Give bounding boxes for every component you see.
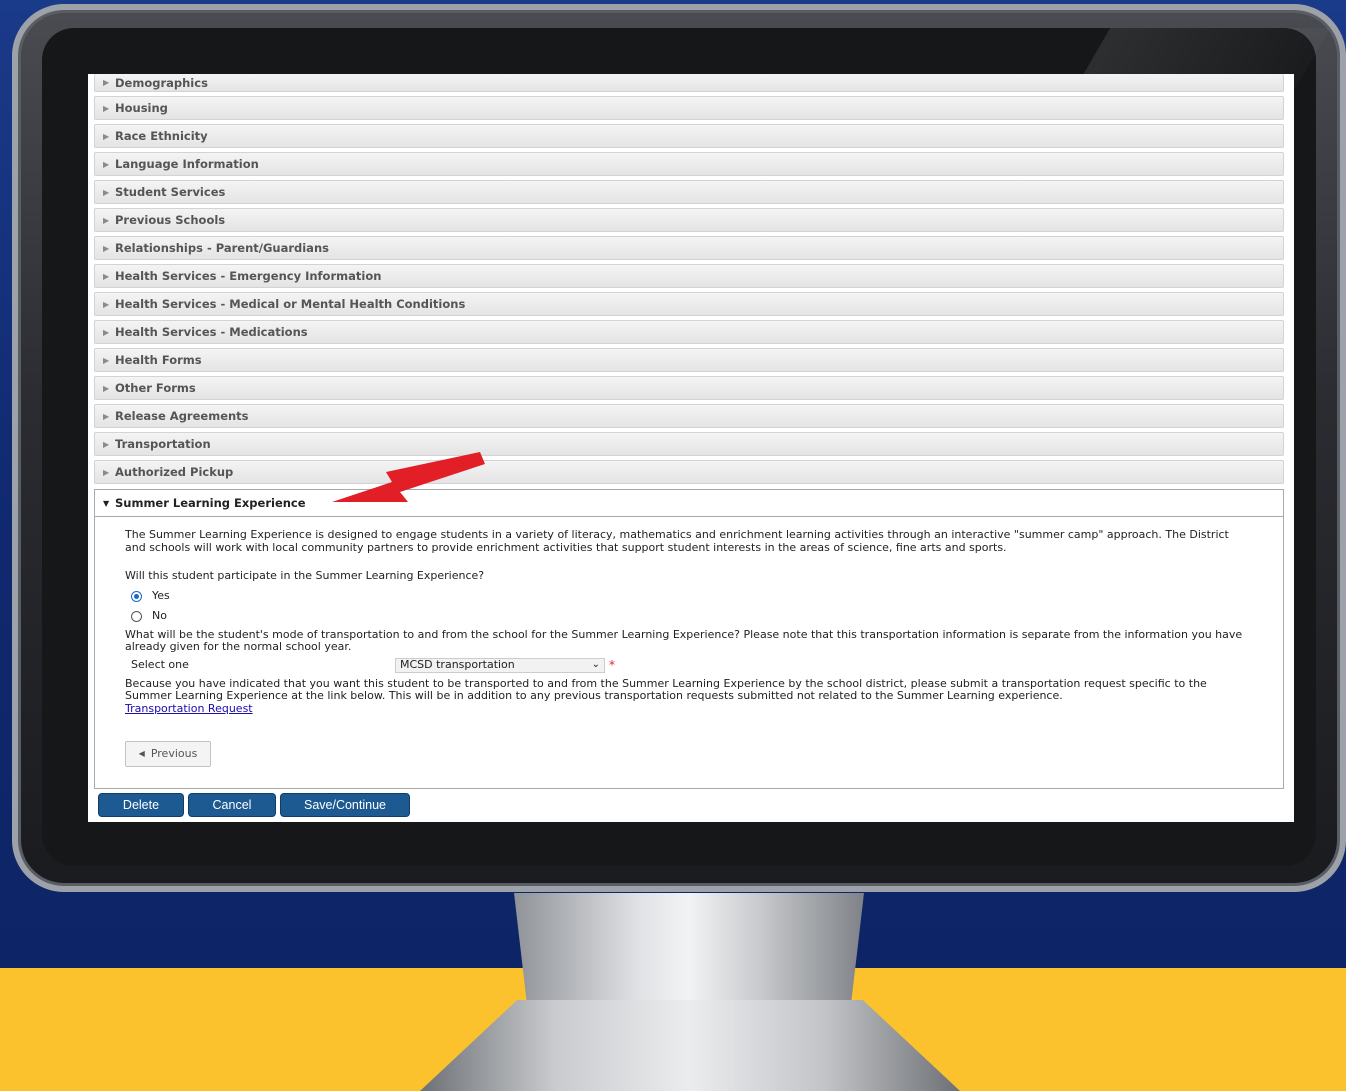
previous-label: Previous <box>150 746 198 760</box>
caret-right-icon: ▶ <box>103 131 110 141</box>
delete-button[interactable]: Delete <box>98 793 184 817</box>
accordion-section[interactable]: ▶ Housing <box>94 96 1284 120</box>
accordion-section[interactable]: ▶ Relationships - Parent/Guardians <box>94 236 1284 260</box>
accordion-section-label: Transportation <box>115 437 211 451</box>
caret-right-icon: ▶ <box>103 439 110 449</box>
accordion-section[interactable]: ▶ Race Ethnicity <box>94 124 1284 148</box>
chevron-left-icon: ◀ <box>138 748 145 758</box>
accordion-section-label: Health Services - Medications <box>115 325 308 339</box>
required-asterisk-icon: * <box>609 658 615 673</box>
save-continue-button[interactable]: Save/Continue <box>280 793 410 817</box>
cancel-button[interactable]: Cancel <box>188 793 276 817</box>
caret-right-icon: ▶ <box>103 215 110 225</box>
radio-yes-label: Yes <box>152 589 170 603</box>
caret-right-icon: ▶ <box>103 78 110 87</box>
previous-button[interactable]: ◀ Previous <box>125 741 211 767</box>
caret-right-icon: ▶ <box>103 103 110 113</box>
accordion-section-label: Authorized Pickup <box>115 465 234 479</box>
transport-select-row: Select one MCSD transportation ⌄ * <box>125 658 1253 674</box>
accordion-section[interactable]: ▶ Authorized Pickup <box>94 460 1284 484</box>
caret-right-icon: ▶ <box>103 243 110 253</box>
caret-right-icon: ▶ <box>103 355 110 365</box>
accordion-section[interactable]: ▶ Transportation <box>94 432 1284 456</box>
accordion-section[interactable]: ▶ Other Forms <box>94 376 1284 400</box>
accordion-section[interactable]: ▶ Previous Schools <box>94 208 1284 232</box>
accordion-section[interactable]: ▶ Language Information <box>94 152 1284 176</box>
summer-learning-title: Summer Learning Experience <box>115 496 306 510</box>
accordion-list: ▶ Demographics ▶ Housing ▶ Race Ethnicity ▶ Lan… <box>94 74 1284 488</box>
accordion-section[interactable]: ▶ Health Services - Emergency Information <box>94 264 1284 288</box>
accordion-section-label: Demographics <box>115 75 208 90</box>
accordion-section-label: Health Services - Emergency Information <box>115 269 382 283</box>
screen: ▶ Demographics ▶ Housing ▶ Race Ethnicity ▶ Lan… <box>88 74 1294 822</box>
summer-learning-content: The Summer Learning Experience is design… <box>95 517 1283 767</box>
accordion-section-label: Language Information <box>115 157 259 171</box>
radio-no-button[interactable] <box>131 611 142 622</box>
transport-select[interactable]: MCSD transportation ⌄ <box>395 658 605 673</box>
transport-note: Because you have indicated that you want… <box>125 676 1207 702</box>
caret-right-icon: ▶ <box>103 187 110 197</box>
participation-question: Will this student participate in the Sum… <box>125 569 485 582</box>
accordion-section[interactable]: ▶ Health Forms <box>94 348 1284 372</box>
caret-right-icon: ▶ <box>103 159 110 169</box>
accordion-section[interactable]: ▶ Student Services <box>94 180 1284 204</box>
accordion-section-label: Health Forms <box>115 353 202 367</box>
accordion-section-label: Other Forms <box>115 381 196 395</box>
radio-no[interactable]: No <box>125 607 1253 627</box>
transportation-request-link[interactable]: Transportation Request <box>125 702 253 715</box>
radio-yes-button[interactable] <box>131 591 142 602</box>
caret-right-icon: ▶ <box>103 299 110 309</box>
accordion-section-label: Race Ethnicity <box>115 129 208 143</box>
select-label: Select one <box>131 658 189 672</box>
transport-select-value: MCSD transportation <box>400 658 515 672</box>
summer-learning-header[interactable]: ▼ Summer Learning Experience <box>95 490 1283 517</box>
accordion-section[interactable]: ▶ Health Services - Medications <box>94 320 1284 344</box>
caret-right-icon: ▶ <box>103 383 110 393</box>
caret-right-icon: ▶ <box>103 271 110 281</box>
accordion-section-label: Previous Schools <box>115 213 226 227</box>
caret-right-icon: ▶ <box>103 327 110 337</box>
caret-right-icon: ▶ <box>103 411 110 421</box>
transport-question: What will be the student's mode of trans… <box>125 627 1243 653</box>
red-arrow-icon <box>332 452 485 502</box>
radio-yes[interactable]: Yes <box>125 587 1253 607</box>
intro-text: The Summer Learning Experience is design… <box>125 528 1229 554</box>
caret-down-icon: ▼ <box>103 498 110 508</box>
radio-no-label: No <box>152 609 167 623</box>
caret-right-icon: ▶ <box>103 467 110 477</box>
summer-learning-panel: ▼ Summer Learning Experience The Summer … <box>94 489 1284 789</box>
accordion-section[interactable]: ▶ Health Services - Medical or Mental Hea… <box>94 292 1284 316</box>
accordion-section-label: Relationships - Parent/Guardians <box>115 241 329 255</box>
accordion-section[interactable]: ▶ Release Agreements <box>94 404 1284 428</box>
accordion-section-label: Health Services - Medical or Mental Heal… <box>115 297 466 311</box>
accordion-section-label: Release Agreements <box>115 409 249 423</box>
action-buttons: Delete Cancel Save/Continue <box>98 793 410 817</box>
accordion-section-label: Housing <box>115 101 168 115</box>
accordion-section-label: Student Services <box>115 185 226 199</box>
accordion-section[interactable]: ▶ Demographics <box>94 74 1284 92</box>
chevron-down-icon: ⌄ <box>591 659 600 671</box>
monitor-stand-neck <box>514 893 864 1013</box>
